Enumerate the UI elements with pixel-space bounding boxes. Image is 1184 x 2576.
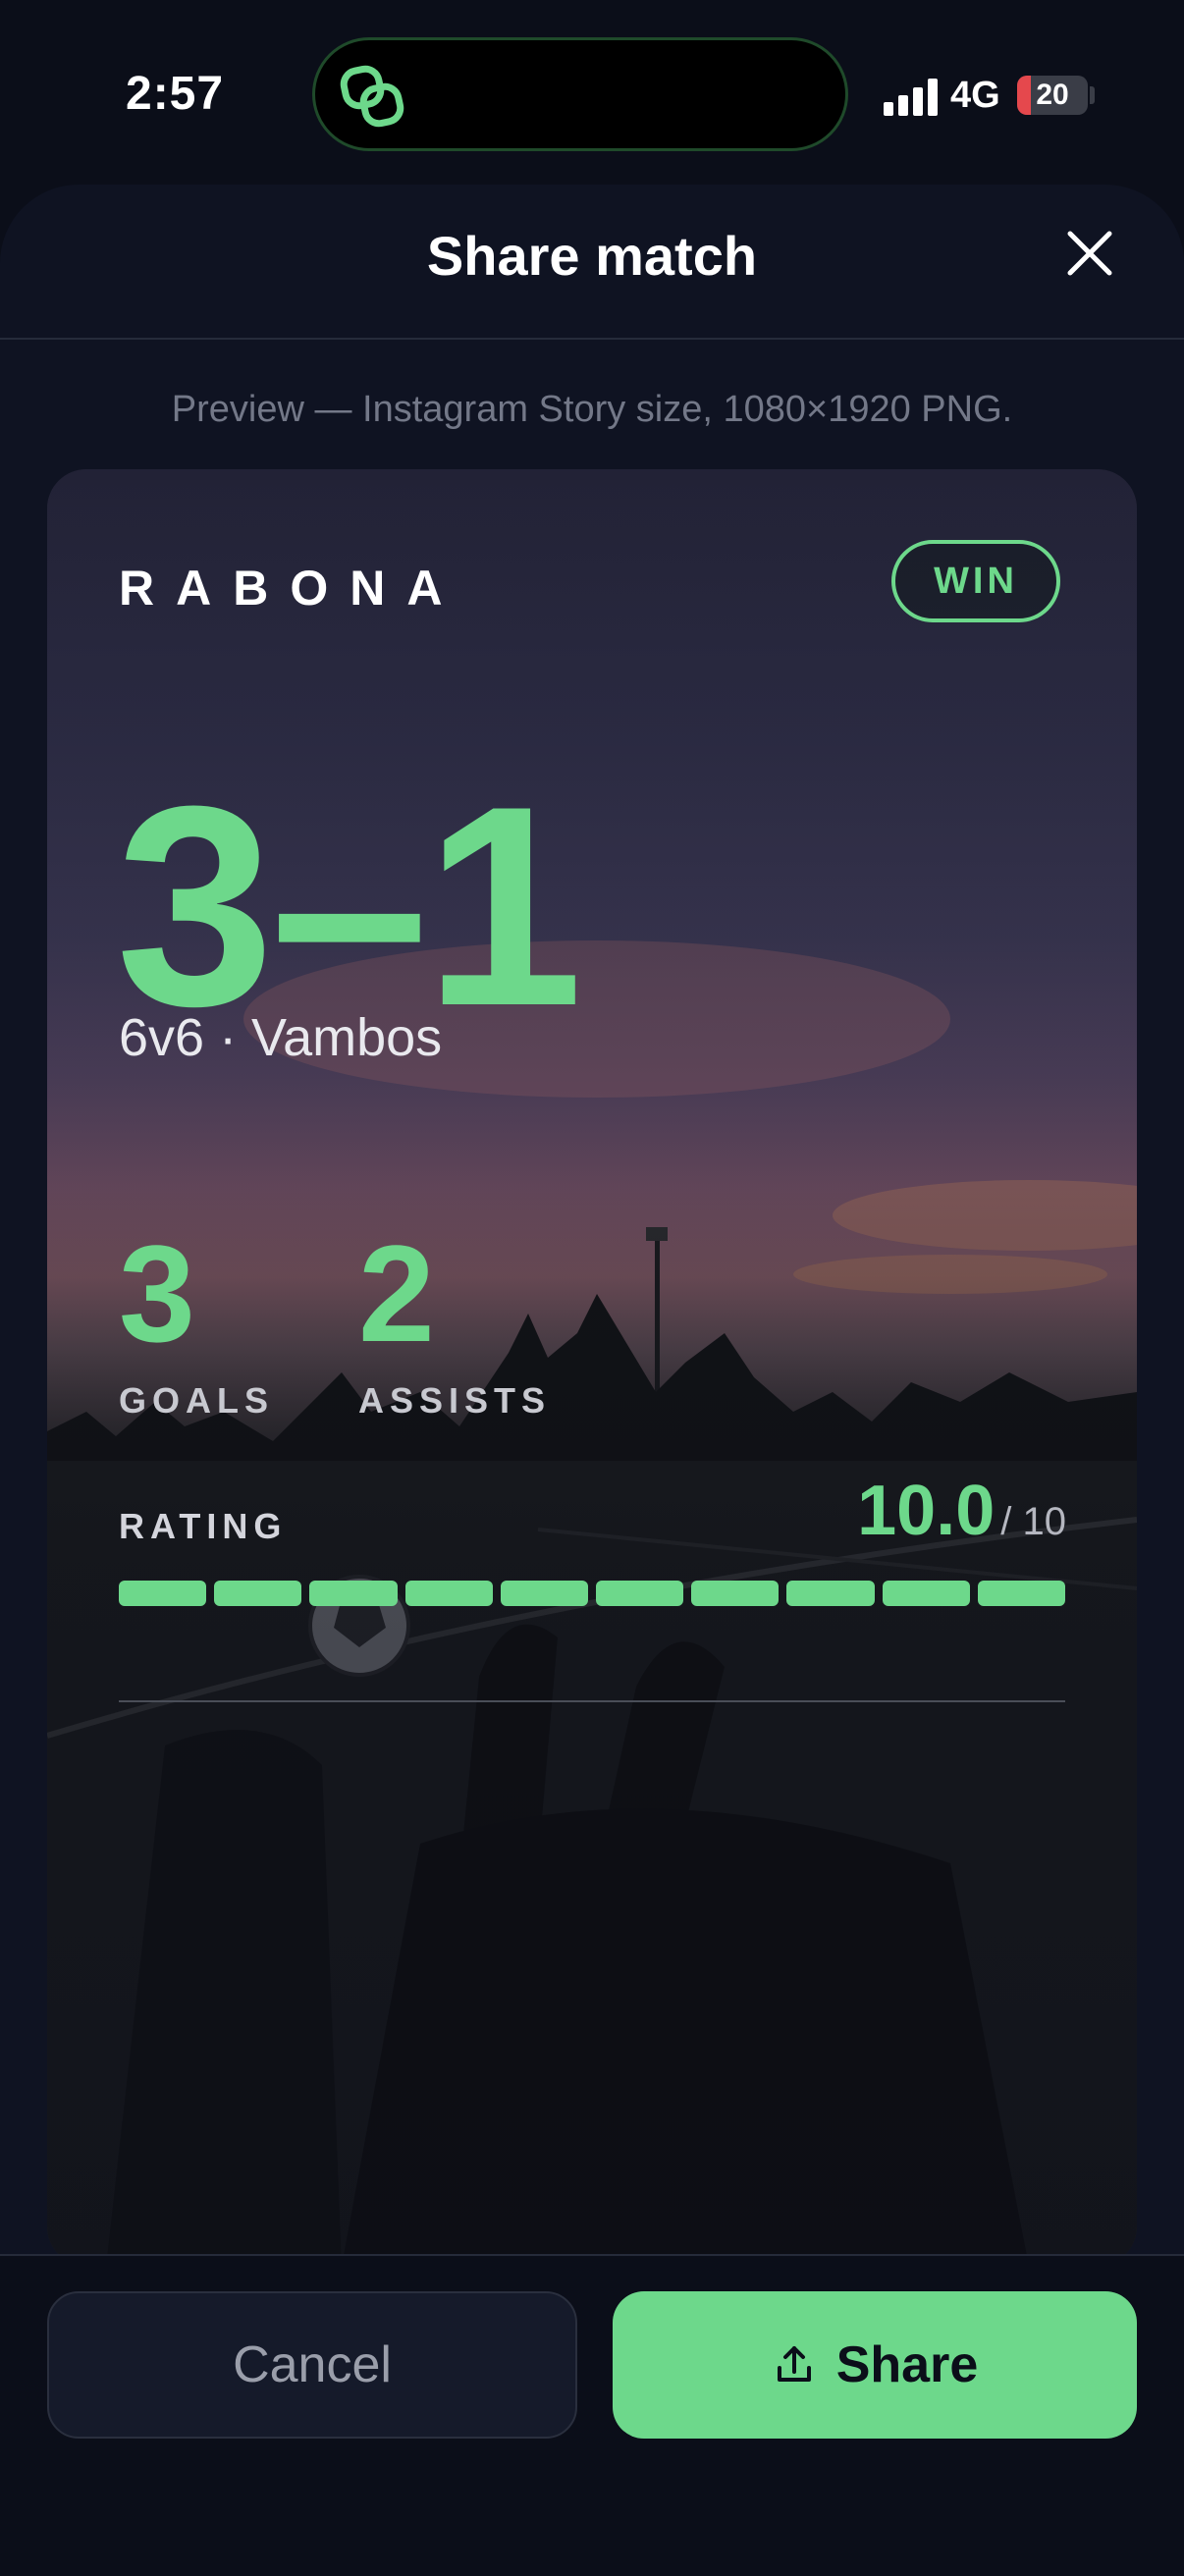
cancel-button[interactable]: Cancel — [47, 2291, 577, 2439]
goals-label: GOALS — [119, 1380, 275, 1421]
share-button[interactable]: Share — [613, 2291, 1137, 2439]
rating-segment — [500, 1581, 589, 1606]
share-label: Share — [835, 2336, 979, 2393]
rating-segment — [404, 1581, 493, 1606]
rating-max: / 10 — [1000, 1500, 1066, 1543]
brand-logo: RABONA — [119, 561, 464, 616]
close-icon[interactable] — [1060, 224, 1119, 283]
rating-value: 10.0/ 10 — [857, 1471, 1066, 1551]
action-footer: Cancel Share — [0, 2254, 1184, 2576]
share-card-preview: RABONA WIN 3–1 6v6 · Vambos 3 GOALS 2 AS… — [47, 469, 1137, 2266]
rating-label: RATING — [119, 1506, 288, 1546]
match-info: 6v6 · Vambos — [119, 1008, 443, 1067]
status-time: 2:57 — [126, 68, 225, 120]
rating-segment — [977, 1581, 1066, 1606]
rating-number: 10.0 — [857, 1472, 996, 1550]
sheet-title: Share match — [426, 225, 758, 287]
assists-label: ASSISTS — [358, 1380, 552, 1421]
rating-segment — [882, 1581, 970, 1606]
goals-value: 3 — [119, 1216, 195, 1370]
rating-segment — [309, 1581, 398, 1606]
assists-value: 2 — [358, 1216, 435, 1370]
rating-segment — [596, 1581, 684, 1606]
rating-bar — [119, 1581, 1066, 1606]
result-badge: WIN — [891, 540, 1060, 622]
network-type: 4G — [950, 75, 1000, 116]
status-bar: 2:57 4G 20 — [0, 0, 1184, 177]
battery-level: 20 — [1036, 79, 1069, 111]
rating-segment — [691, 1581, 780, 1606]
stat-goals: 3 GOALS — [119, 1225, 274, 1422]
share-upload-icon — [777, 2346, 811, 2382]
card-divider — [119, 1700, 1065, 1702]
rating-segment — [119, 1581, 207, 1606]
battery-indicator: 20 — [1017, 76, 1088, 115]
preview-note: Preview — Instagram Story size, 1080×192… — [171, 389, 1013, 430]
signal-bars-icon — [884, 79, 938, 116]
battery-nub — [1090, 86, 1095, 104]
rating-segment — [214, 1581, 302, 1606]
dynamic-island[interactable] — [312, 37, 848, 151]
share-button-content: Share — [613, 2291, 1137, 2439]
rating-segment — [786, 1581, 875, 1606]
sheet-header: Share match — [0, 185, 1184, 340]
stat-assists: 2 ASSISTS — [358, 1225, 551, 1422]
app-link-icon — [340, 65, 404, 128]
share-sheet: Share match Preview — Instagram Story si… — [0, 185, 1184, 2574]
match-score: 3–1 — [116, 747, 583, 1065]
